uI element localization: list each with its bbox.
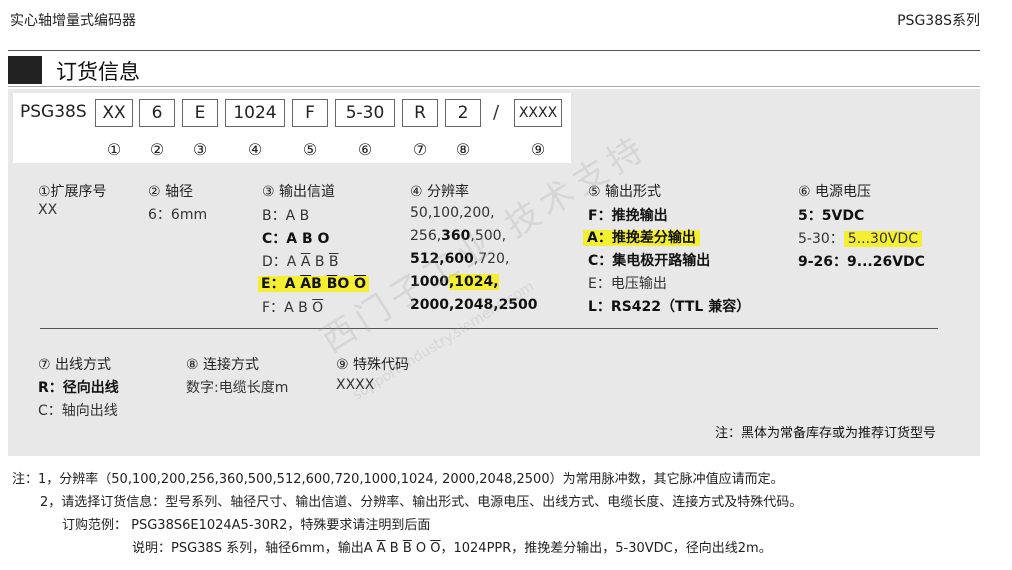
cable-exit-option-r: R：径向出线 — [38, 380, 119, 396]
code-cell-2: 6 — [139, 99, 175, 127]
code-number-7: ⑦ — [412, 140, 428, 159]
section-marker — [8, 56, 42, 84]
code-number-2: ② — [149, 140, 165, 159]
model-prefix: PSG38S — [20, 102, 87, 122]
header-right-series: PSG38S系列 — [897, 13, 980, 29]
header-left-title: 实心轴增量式编码器 — [10, 13, 136, 29]
output-option-c: C：集电极开路输出 — [588, 253, 711, 269]
code-number-3: ③ — [192, 140, 208, 159]
col-cable-exit-title: ⑦ 出线方式 — [38, 357, 112, 373]
code-cell-6: 5-30 — [335, 99, 395, 127]
section-rule — [8, 86, 980, 87]
output-option-e: E：电压输出 — [588, 276, 667, 292]
code-number-8: ⑧ — [455, 140, 471, 159]
channel-option-f: F：A B O — [262, 300, 324, 316]
output-option-f: F：推挽输出 — [588, 208, 668, 224]
header-rule — [8, 50, 980, 51]
code-cell-3: E — [182, 99, 218, 127]
code-cell-8: 2 — [445, 99, 481, 127]
section-title: 订货信息 — [56, 60, 140, 84]
voltage-option-5: 5：5VDC — [798, 208, 865, 224]
code-cell-9: XXXX — [514, 99, 562, 127]
output-option-a: A：推挽差分输出 — [583, 227, 700, 247]
channel-option-c: C：A B O — [262, 231, 330, 247]
footnote-1: 注：1，分辨率（50,100,200,256,360,500,512,600,7… — [12, 472, 784, 487]
channel-option-e: E：A AB BO O — [258, 273, 370, 293]
col-extension-value: XX — [38, 202, 58, 218]
col-connection-title: ⑧ 连接方式 — [186, 357, 260, 373]
code-number-6: ⑥ — [357, 140, 373, 159]
code-number-5: ⑤ — [302, 140, 318, 159]
col-channel-title: ③ 输出信道 — [262, 184, 336, 200]
divider-line — [40, 328, 938, 329]
code-cell-1: XX — [95, 99, 133, 127]
code-cell-7: R — [402, 99, 438, 127]
code-slash: / — [493, 102, 500, 123]
col-voltage-title: ⑥ 电源电压 — [798, 184, 872, 200]
footnote-explanation: 说明：PSG38S 系列，轴径6mm，输出A A B B O O，1024PPR… — [132, 541, 772, 556]
output-option-l: L：RS422（TTL 兼容） — [588, 299, 751, 315]
col-resolution-title: ④ 分辨率 — [410, 184, 470, 200]
col-extension-title: ①扩展序号 — [38, 184, 107, 200]
footnote-2: 2，请选择订货信息：型号系列、轴径尺寸、输出信道、分辨率、输出形式、电源电压、出… — [40, 495, 803, 510]
voltage-option-5-30: 5-30： 5...30VDC — [798, 228, 922, 248]
col-shaft-title: ② 轴径 — [148, 184, 194, 200]
code-number-4: ④ — [247, 140, 263, 159]
code-number-9: ⑨ — [530, 140, 546, 159]
code-number-1: ① — [106, 140, 122, 159]
channel-option-b: B：A B — [262, 208, 310, 224]
code-cell-4: 1024 — [225, 99, 285, 127]
footnote-example: 订购范例： PSG38S6E1024A5-30R2，特殊要求请注明到后面 — [62, 518, 431, 533]
col-shaft-value: 6：6mm — [148, 207, 208, 223]
channel-option-d: D：A A B B — [262, 254, 339, 270]
code-cell-5: F — [292, 99, 328, 127]
cable-exit-option-c: C：轴向出线 — [38, 403, 118, 419]
note-bold-stock: 注：黑体为常备库存或为推荐订货型号 — [714, 426, 936, 441]
voltage-option-9-26: 9-26：9...26VDC — [798, 254, 925, 270]
connection-value: 数字:电缆长度m — [186, 380, 289, 396]
